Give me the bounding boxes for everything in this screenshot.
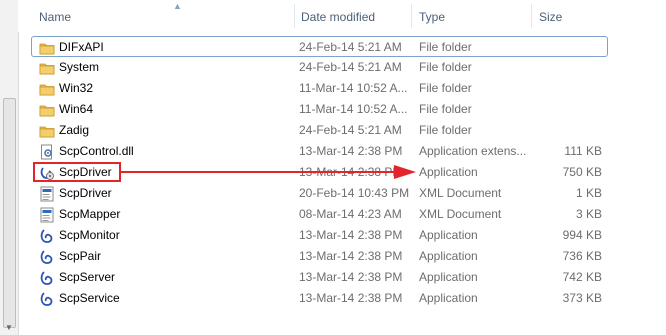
file-size: 736 KB bbox=[562, 249, 602, 263]
file-size: 742 KB bbox=[562, 270, 602, 284]
file-name: DIFxAPI bbox=[59, 40, 104, 54]
file-date-modified: 24-Feb-14 5:21 AM bbox=[299, 123, 402, 137]
left-scrollbar[interactable]: ▼ bbox=[0, 0, 19, 335]
app-icon bbox=[39, 249, 55, 265]
file-type: Application bbox=[419, 228, 478, 242]
list-item[interactable]: ScpDriver 20-Feb-14 10:43 PM XML Document 1… bbox=[32, 183, 666, 204]
file-type: File folder bbox=[419, 102, 472, 116]
folder-icon bbox=[39, 60, 55, 76]
dll-icon bbox=[39, 144, 55, 160]
list-item[interactable]: ScpMapper 08-Mar-14 4:23 AM XML Document 3 … bbox=[32, 204, 666, 225]
column-header-name[interactable]: Name bbox=[31, 0, 294, 32]
file-name: ScpService bbox=[59, 291, 120, 305]
file-name: Win64 bbox=[59, 102, 94, 116]
file-size: 994 KB bbox=[562, 228, 602, 242]
file-name: ScpMapper bbox=[59, 207, 121, 221]
file-date-modified: 13-Mar-14 2:38 PM bbox=[299, 228, 403, 242]
list-item[interactable]: Zadig 24-Feb-14 5:21 AM File folder bbox=[32, 120, 666, 141]
file-type: XML Document bbox=[419, 186, 502, 200]
file-name: Zadig bbox=[59, 123, 90, 137]
file-type: Application bbox=[419, 165, 478, 179]
file-name: ScpServer bbox=[59, 270, 116, 284]
file-type: Application extens... bbox=[419, 144, 527, 158]
file-type: Application bbox=[419, 291, 478, 305]
file-date-modified: 24-Feb-14 5:21 AM bbox=[299, 40, 402, 54]
file-size: 750 KB bbox=[562, 165, 602, 179]
file-size: 373 KB bbox=[562, 291, 602, 305]
file-type: XML Document bbox=[419, 207, 502, 221]
scroll-down-arrow-icon[interactable]: ▼ bbox=[5, 323, 13, 332]
list-item[interactable]: Win32 11-Mar-14 10:52 A... File folder bbox=[32, 78, 666, 99]
xml-icon bbox=[39, 186, 55, 202]
file-type: Application bbox=[419, 270, 478, 284]
scroll-thumb[interactable] bbox=[3, 98, 16, 328]
annotation-arrow bbox=[120, 165, 416, 179]
list-item[interactable]: ScpService 13-Mar-14 2:38 PM Application 37… bbox=[32, 288, 666, 309]
file-date-modified: 08-Mar-14 4:23 AM bbox=[299, 207, 402, 221]
folder-icon bbox=[39, 40, 55, 56]
file-name: ScpControl.dll bbox=[59, 144, 134, 158]
folder-icon bbox=[39, 123, 55, 139]
app-icon bbox=[39, 270, 55, 286]
app-icon bbox=[39, 228, 55, 244]
file-date-modified: 13-Mar-14 2:38 PM bbox=[299, 249, 403, 263]
file-size: 111 KB bbox=[564, 144, 602, 158]
file-date-modified: 20-Feb-14 10:43 PM bbox=[299, 186, 410, 200]
list-item[interactable]: ScpPair 13-Mar-14 2:38 PM Application 736 K… bbox=[32, 246, 666, 267]
file-date-modified: 24-Feb-14 5:21 AM bbox=[299, 60, 402, 74]
file-size: 1 KB bbox=[575, 186, 602, 200]
list-item[interactable]: Win64 11-Mar-14 10:52 A... File folder bbox=[32, 99, 666, 120]
xml-icon bbox=[39, 207, 55, 223]
column-header-type[interactable]: Type bbox=[411, 0, 531, 32]
file-date-modified: 11-Mar-14 10:52 A... bbox=[299, 102, 408, 116]
list-item[interactable]: ScpServer 13-Mar-14 2:38 PM Application 742… bbox=[32, 267, 666, 288]
list-item[interactable]: System 24-Feb-14 5:21 AM File folder bbox=[32, 57, 666, 78]
column-header-size[interactable]: Size bbox=[531, 0, 651, 32]
folder-icon bbox=[39, 102, 55, 118]
file-type: File folder bbox=[419, 123, 472, 137]
file-name: ScpDriver bbox=[59, 186, 112, 200]
file-name: ScpPair bbox=[59, 249, 102, 263]
column-header: ▲ Name Date modified Type Size bbox=[18, 0, 666, 32]
list-item[interactable]: ScpMonitor 13-Mar-14 2:38 PM Application 99… bbox=[32, 225, 666, 246]
file-type: File folder bbox=[419, 40, 472, 54]
app-icon bbox=[39, 291, 55, 307]
file-date-modified: 13-Mar-14 2:38 PM bbox=[299, 144, 403, 158]
folder-icon bbox=[39, 81, 55, 97]
file-type: File folder bbox=[419, 81, 472, 95]
file-date-modified: 11-Mar-14 10:52 A... bbox=[299, 81, 408, 95]
file-type: File folder bbox=[419, 60, 472, 74]
list-item[interactable]: ScpControl.dll 13-Mar-14 2:38 PM Applicati… bbox=[32, 141, 666, 162]
highlight-box bbox=[33, 162, 121, 182]
file-name: ScpMonitor bbox=[59, 228, 120, 242]
file-date-modified: 13-Mar-14 2:38 PM bbox=[299, 291, 403, 305]
column-header-date-modified[interactable]: Date modified bbox=[293, 0, 411, 32]
file-type: Application bbox=[419, 249, 478, 263]
file-date-modified: 13-Mar-14 2:38 PM bbox=[299, 270, 403, 284]
file-size: 3 KB bbox=[575, 207, 602, 221]
file-name: System bbox=[59, 60, 100, 74]
list-item[interactable]: DIFxAPI 24-Feb-14 5:21 AM File folder bbox=[31, 36, 608, 57]
file-name: Win32 bbox=[59, 81, 94, 95]
